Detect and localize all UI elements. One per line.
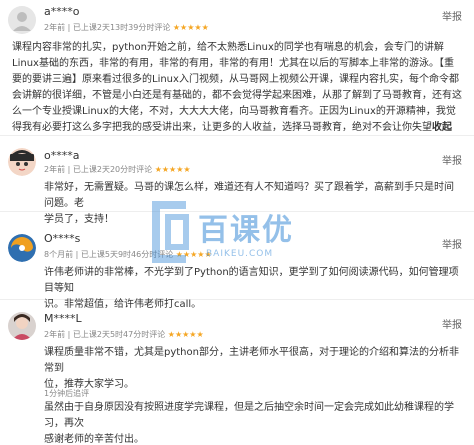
followup-meta: 1分钟后追评 bbox=[44, 389, 90, 398]
avatar[interactable] bbox=[8, 312, 36, 340]
avatar[interactable] bbox=[8, 148, 36, 176]
username[interactable]: M****L bbox=[44, 312, 82, 325]
username[interactable]: a****o bbox=[44, 5, 79, 18]
review-item: o****a 2年前 | 已上课2天20分时评论 ★★★★★ 举报 非常好，无需… bbox=[0, 142, 474, 225]
review-text: 课程质量非常不错，尤其是python部分，主讲老师水平很高，对于理论的介绍和算法… bbox=[44, 345, 462, 393]
followup-text: 虽然由于自身原因没有按照进度学完课程，但是之后抽空余时间一定会完成如此幼稚课程的… bbox=[44, 400, 462, 445]
report-link[interactable]: 举报 bbox=[442, 316, 462, 331]
review-item: O****s 8个月前 | 已上课5天9时46分时评论 ★★★★★ 举报 许伟老… bbox=[0, 228, 474, 310]
review-item: M****L 2年前 | 已上课2天5时47分时评论 ★★★★★ 举报 课程质量… bbox=[0, 312, 474, 445]
swirl-avatar-icon bbox=[8, 234, 36, 262]
review-meta: 8个月前 | 已上课5天9时46分时评论 ★★★★★ bbox=[44, 249, 212, 260]
review-line: 么一个专业授课Linux的大佬，不对，大大大大佬，向马哥教育看齐。正因为Linu… bbox=[12, 106, 456, 117]
review-date-info: 2年前 | 已上课2天13时39分时评论 bbox=[44, 23, 171, 32]
review-text: 许伟老师讲的非常棒，不光学到了Python的语言知识，更学到了如何阅读源代码，如… bbox=[44, 265, 462, 313]
avatar[interactable] bbox=[8, 6, 36, 34]
followup-line: 感谢老师的辛苦付出。 bbox=[44, 434, 144, 445]
report-link[interactable]: 举报 bbox=[442, 152, 462, 167]
cartoon-avatar-icon bbox=[8, 148, 36, 176]
review-line: 学员了，支持！ bbox=[44, 214, 114, 225]
avatar[interactable] bbox=[8, 234, 36, 262]
star-rating: ★★★★★ bbox=[154, 165, 191, 174]
review-line: 识。非常超值，给许伟老师打call。 bbox=[44, 299, 202, 310]
username[interactable]: o****a bbox=[44, 149, 79, 162]
report-link[interactable]: 举报 bbox=[442, 8, 462, 23]
review-date-info: 2年前 | 已上课2天20分时评论 bbox=[44, 165, 153, 174]
review-item: a****o 2年前 | 已上课2天13时39分时评论 ★★★★★ 举报 课程内… bbox=[0, 0, 474, 136]
review-meta: 2年前 | 已上课2天13时39分时评论 ★★★★★ bbox=[44, 22, 209, 33]
review-line: 得我有必要打这么多字把我的感受讲出来，让更多的人收益，选择马哥教育，绝对不会让你… bbox=[12, 122, 452, 133]
star-rating: ★★★★★ bbox=[175, 250, 212, 259]
default-avatar-icon bbox=[8, 6, 36, 34]
review-line: 课程内容非常的扎实，python开始之前，给不太熟悉Linux的同学也有喘息的机… bbox=[12, 42, 444, 53]
review-meta: 2年前 | 已上课2天5时47分时评论 ★★★★★ bbox=[44, 329, 204, 340]
review-text: 课程内容非常的扎实，python开始之前，给不太熟悉Linux的同学也有喘息的机… bbox=[12, 40, 462, 136]
collapse-link[interactable]: 收起 bbox=[432, 122, 452, 133]
review-line: 许伟老师讲的非常棒，不光学到了Python的语言知识，更学到了如何阅读源代码，如… bbox=[44, 267, 459, 294]
review-line: 位，推荐大家学习。 bbox=[44, 379, 134, 390]
review-date-info: 8个月前 | 已上课5天9时46分时评论 bbox=[44, 250, 174, 259]
review-line: 非常好，无需置疑。马哥的课怎么样，难道还有人不知道吗？买了跟着学，高薪到手只是时… bbox=[44, 182, 454, 209]
review-text: 非常好，无需置疑。马哥的课怎么样，难道还有人不知道吗？买了跟着学，高薪到手只是时… bbox=[44, 180, 462, 228]
star-rating: ★★★★★ bbox=[167, 330, 204, 339]
review-line: 要的要讲三遍】原来看过很多的Linux入门视频，从马哥网上视频公开课，课程内容扎… bbox=[12, 74, 459, 85]
photo-avatar-icon bbox=[8, 312, 36, 340]
review-line: 课程质量非常不错，尤其是python部分，主讲老师水平很高，对于理论的介绍和算法… bbox=[44, 347, 459, 374]
star-rating: ★★★★★ bbox=[172, 23, 209, 32]
report-link[interactable]: 举报 bbox=[442, 236, 462, 251]
review-meta: 2年前 | 已上课2天20分时评论 ★★★★★ bbox=[44, 164, 191, 175]
username[interactable]: O****s bbox=[44, 232, 80, 245]
review-line: Linux基础的东西，非常的有用，非常的有用，非常的有用！尤其在以后的写脚本上非… bbox=[12, 58, 454, 69]
review-date-info: 2年前 | 已上课2天5时47分时评论 bbox=[44, 330, 166, 339]
followup-line: 虽然由于自身原因没有按照进度学完课程，但是之后抽空余时间一定会完成如此幼稚课程的… bbox=[44, 402, 454, 429]
review-line: 会讲解的很详细，不管是小白还是有基础的，都不会觉得学起来困难，从那了解到了马哥教… bbox=[12, 90, 462, 101]
